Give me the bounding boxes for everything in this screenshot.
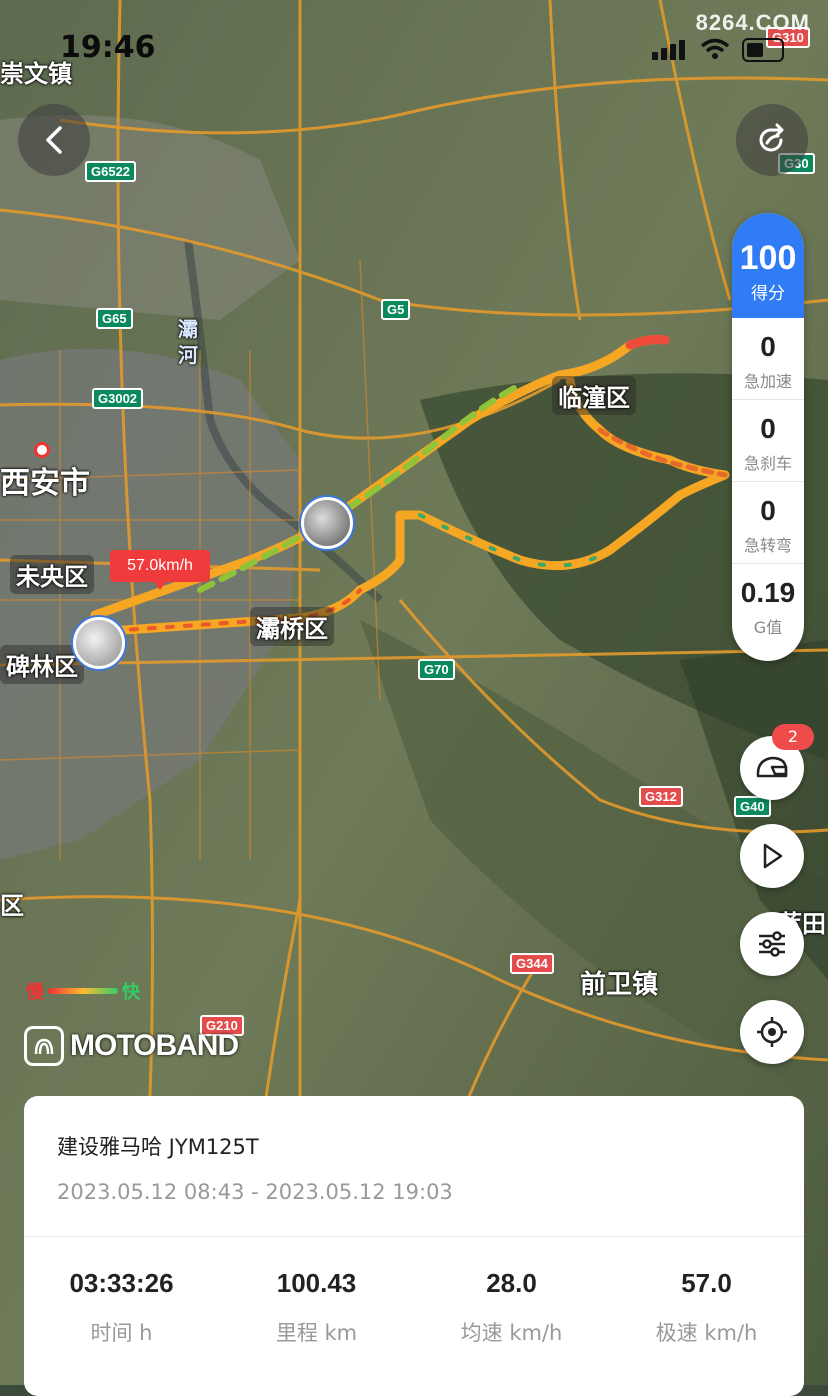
score-value: 100 <box>739 239 797 277</box>
wifi-icon <box>700 38 730 59</box>
riding-score-panel[interactable]: 100 得分 0 急加速 0 急刹车 0 急转弯 0.19 G值 <box>732 213 804 661</box>
max-speed-label: 57.0km/h <box>110 550 210 590</box>
metric-hard-acceleration: 0 急加速 <box>732 318 804 400</box>
highway-shield-g312: G312 <box>639 786 683 807</box>
stat-label: 均速 km/h <box>460 1321 563 1345</box>
stat-max-speed: 57.0 极速 km/h <box>609 1268 804 1347</box>
trip-stats: 03:33:26 时间 h 100.43 里程 km 28.0 均速 km/h … <box>24 1268 804 1347</box>
place-label-weiyang: 未央区 <box>10 555 94 594</box>
motoband-logo: MOTOBAND <box>24 1026 239 1066</box>
metric-label: 急刹车 <box>743 454 792 473</box>
watermark-text: 8264.COM <box>695 10 810 35</box>
share-arrow-icon <box>759 123 784 152</box>
stat-distance: 100.43 里程 km <box>219 1268 414 1347</box>
legend-fast-label: 快 <box>122 982 140 1003</box>
metric-value: 0 <box>760 331 776 362</box>
divider <box>24 1236 804 1237</box>
current-avatar-marker[interactable] <box>301 497 353 549</box>
highway-shield-g6522: G6522 <box>85 161 137 182</box>
metric-value: 0 <box>760 495 776 526</box>
sliders-icon <box>759 931 785 957</box>
status-bar: 19:46 8264.COM <box>0 0 828 90</box>
highway-shield-g70: G70 <box>418 659 455 680</box>
metric-value: 0.19 <box>740 577 796 608</box>
place-label-edge-left: 区 <box>0 892 24 920</box>
metric-value: 0 <box>760 413 776 444</box>
place-label-xian: 西安市 <box>0 466 90 501</box>
city-pin-icon <box>34 442 50 458</box>
stat-value: 57.0 <box>681 1268 732 1298</box>
brand-name: MOTOBAND <box>70 1029 239 1062</box>
highway-shield-g65: G65 <box>96 308 133 329</box>
stat-label: 极速 km/h <box>655 1321 758 1345</box>
speed-legend: 慢 快 <box>26 978 140 1004</box>
stat-duration: 03:33:26 时间 h <box>24 1268 219 1347</box>
stat-value: 28.0 <box>486 1268 537 1298</box>
stat-label: 里程 km <box>275 1321 358 1345</box>
metric-g-value: 0.19 G值 <box>732 564 804 646</box>
stat-label: 时间 h <box>90 1321 153 1345</box>
place-label-qianwei: 前卫镇 <box>580 970 659 1000</box>
battery-icon <box>742 38 784 62</box>
stat-value: 03:33:26 <box>69 1268 174 1298</box>
stat-avg-speed: 28.0 均速 km/h <box>414 1268 609 1347</box>
legend-slow-label: 慢 <box>26 982 44 1003</box>
score-header: 100 得分 <box>732 213 804 318</box>
play-replay-button[interactable] <box>740 824 804 888</box>
share-button[interactable] <box>736 104 808 176</box>
score-label: 得分 <box>751 284 785 304</box>
metric-hard-braking: 0 急刹车 <box>732 400 804 482</box>
vehicle-name: 建设雅马哈 JYM125T <box>57 1135 259 1159</box>
metric-sharp-turn: 0 急转弯 <box>732 482 804 564</box>
highway-shield-g3002: G3002 <box>92 388 144 409</box>
helmet-count-badge: 2 <box>772 724 814 750</box>
river-label-bahe: 灞河 <box>178 317 198 367</box>
metric-label: 急加速 <box>743 372 792 391</box>
trip-summary-card[interactable]: 建设雅马哈 JYM125T 2023.05.12 08:43 - 2023.05… <box>24 1096 804 1396</box>
trip-time-range: 2023.05.12 08:43 - 2023.05.12 19:03 <box>57 1180 453 1204</box>
start-avatar-marker[interactable] <box>73 617 125 669</box>
back-button[interactable] <box>18 104 90 176</box>
metric-label: 急转弯 <box>743 536 792 555</box>
filter-settings-button[interactable] <box>740 912 804 976</box>
place-label-beilin: 碑林区 <box>0 645 84 684</box>
motoband-logo-icon <box>24 1026 64 1066</box>
status-time: 19:46 <box>60 30 156 65</box>
stat-value: 100.43 <box>276 1268 357 1298</box>
locate-button[interactable] <box>740 1000 804 1064</box>
signal-icon <box>652 40 685 60</box>
metric-label: G值 <box>753 618 783 637</box>
play-icon <box>763 843 783 869</box>
crosshair-icon <box>757 1017 787 1047</box>
chevron-left-icon <box>46 126 62 154</box>
highway-shield-g344: G344 <box>510 953 554 974</box>
highway-shield-g5: G5 <box>381 299 411 320</box>
place-label-baqiao: 灞桥区 <box>250 607 334 646</box>
place-label-lintong: 临潼区 <box>552 376 636 415</box>
helmet-icon <box>756 756 788 778</box>
legend-gradient-bar <box>48 988 118 994</box>
